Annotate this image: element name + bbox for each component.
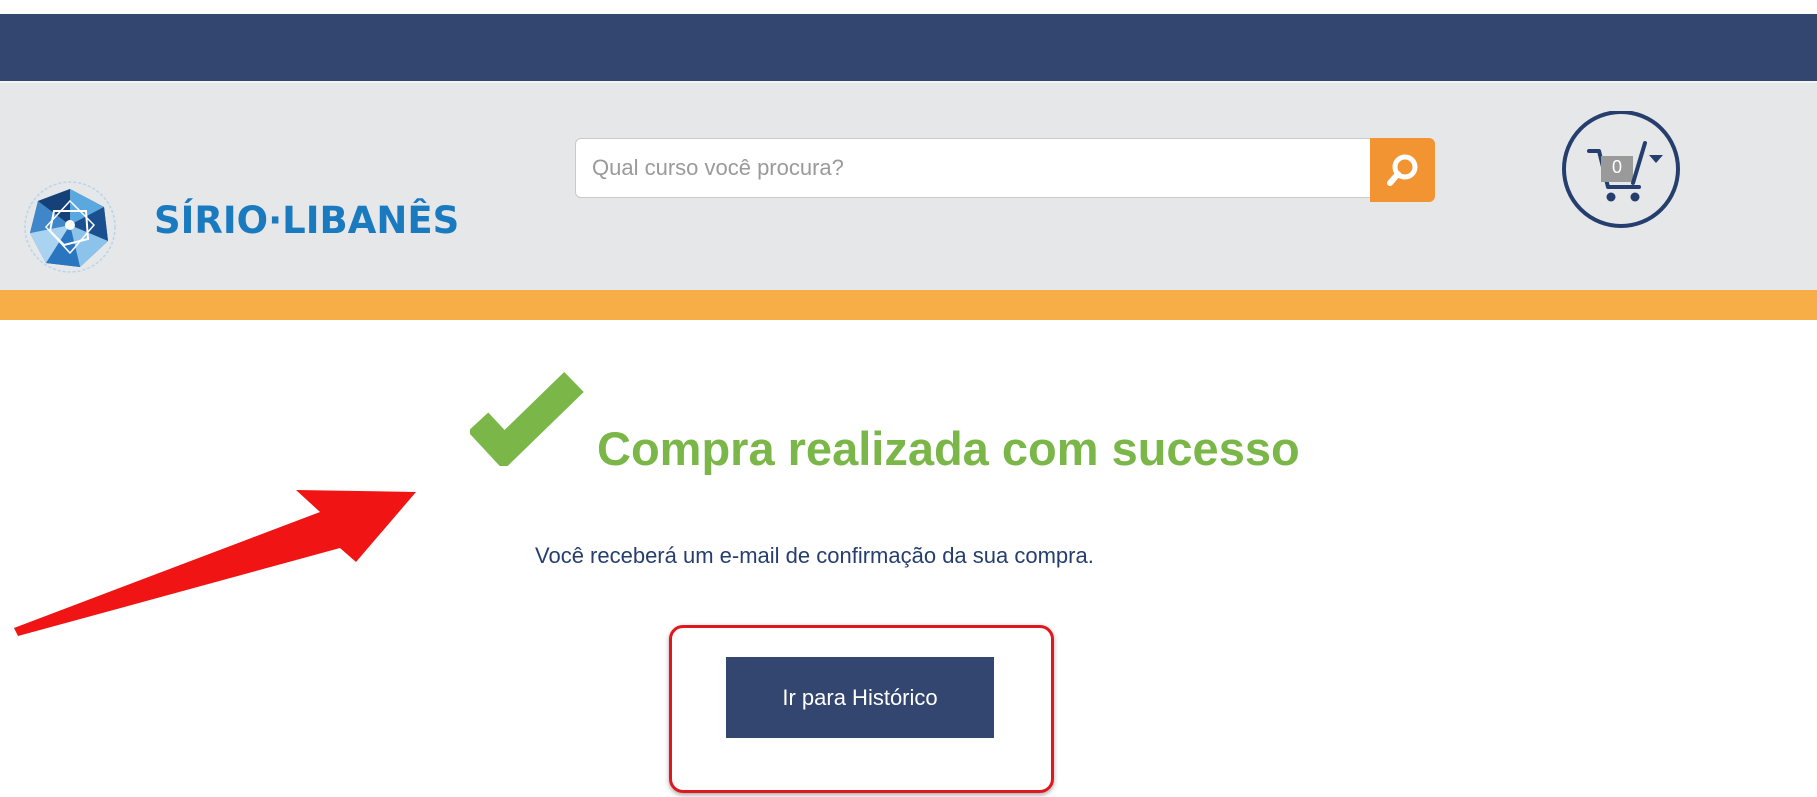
- logo-icon[interactable]: [18, 179, 123, 274]
- confirmation-message: Você receberá um e-mail de confirmação d…: [535, 543, 1094, 568]
- top-bar: [0, 0, 1817, 81]
- search-button[interactable]: [1370, 138, 1435, 202]
- success-title: Compra realizada com sucesso: [597, 422, 1300, 475]
- accent-stripe: [0, 290, 1817, 320]
- cart-count: 0: [1611, 157, 1622, 177]
- search-icon: [1386, 154, 1417, 186]
- top-bar-band: [0, 14, 1817, 81]
- history-button[interactable]: Ir para Histórico: [726, 657, 994, 738]
- annotation-arrow: [14, 490, 416, 636]
- brand-name[interactable]: SÍRIO·LIBANÊS: [154, 199, 459, 242]
- search-input[interactable]: [575, 138, 1370, 198]
- cart-button[interactable]: 0: [1561, 110, 1681, 228]
- search-bar: [575, 138, 1435, 202]
- checkmark-icon: [470, 371, 584, 466]
